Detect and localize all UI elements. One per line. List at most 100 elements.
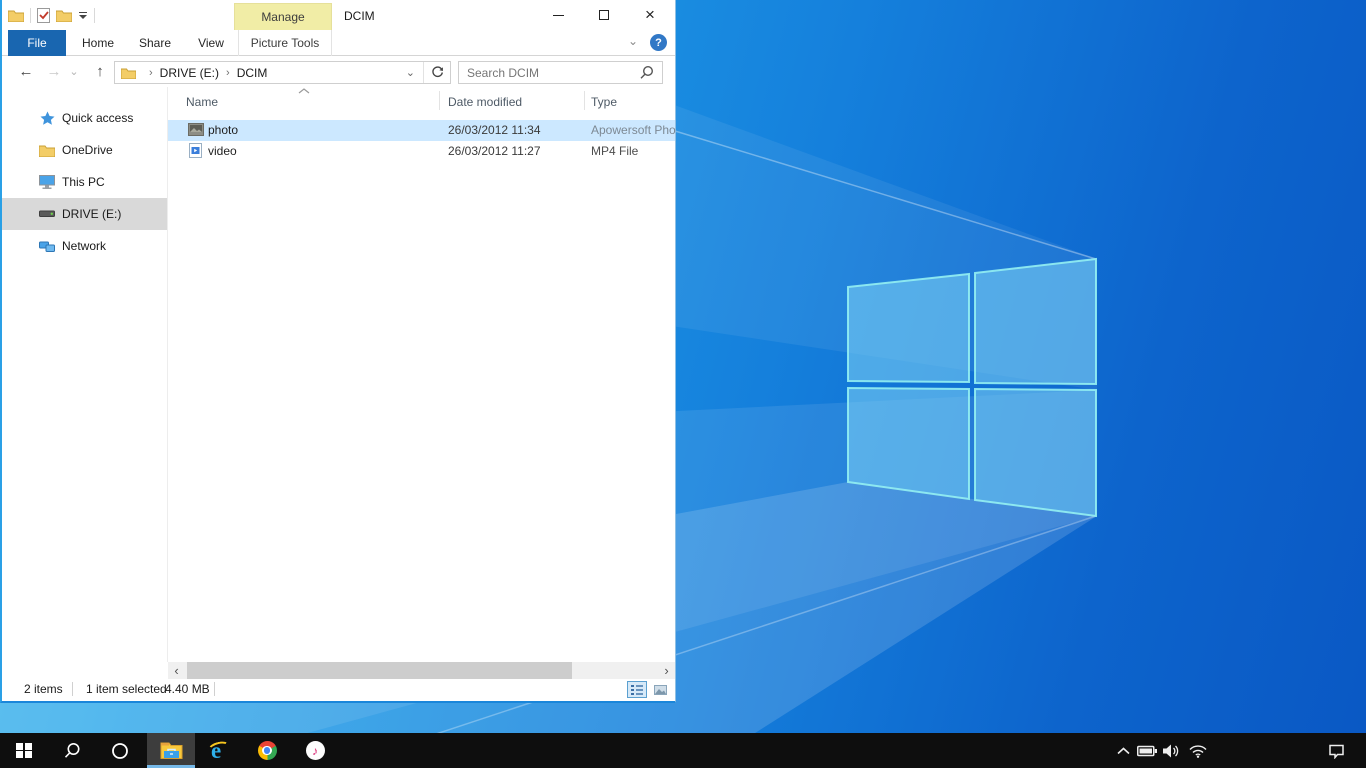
speaker-icon: [1163, 744, 1181, 758]
recent-locations-icon[interactable]: ⌄: [66, 56, 82, 87]
itunes-icon: ♪: [306, 741, 325, 760]
maximize-button[interactable]: [581, 0, 627, 30]
sidebar-item-onedrive[interactable]: OneDrive: [2, 134, 167, 166]
help-icon[interactable]: ?: [650, 34, 667, 51]
breadcrumb-separator: ›: [226, 67, 230, 79]
properties-icon[interactable]: [37, 8, 50, 23]
file-explorer-window: Manage DCIM × File Home Share View Pictu…: [0, 0, 676, 703]
item-count: 2 items: [24, 682, 63, 696]
forward-icon[interactable]: →: [42, 56, 66, 87]
photo-thumbnail-icon: [188, 123, 204, 136]
qat-separator: [94, 8, 95, 23]
status-divider: [214, 682, 215, 696]
file-row-video[interactable]: video 26/03/2012 11:27 MP4 File: [168, 141, 675, 162]
selection-size: 4.40 MB: [165, 682, 210, 696]
address-input[interactable]: › DRIVE (E:) › DCIM ⌄: [114, 61, 451, 84]
breadcrumb-drive[interactable]: DRIVE (E:): [160, 66, 219, 80]
status-bar: 2 items 1 item selected 4.40 MB: [2, 679, 675, 700]
quick-access-star-icon: [39, 110, 55, 126]
tab-home[interactable]: Home: [74, 30, 122, 56]
horizontal-scrollbar[interactable]: ‹ ›: [168, 662, 675, 679]
address-bar: ← → ⌄ ↑ › DRIVE (E:) › DCIM ⌄ Search D: [2, 56, 675, 87]
search-input[interactable]: Search DCIM: [458, 61, 663, 84]
sidebar-item-label: Network: [62, 239, 106, 253]
file-type: Apowersoft Pho: [591, 123, 676, 137]
file-type: MP4 File: [591, 144, 676, 158]
tab-manage[interactable]: Manage: [234, 3, 332, 30]
column-separator[interactable]: [584, 91, 585, 110]
column-header-name[interactable]: Name: [186, 95, 218, 109]
sidebar-item-this-pc[interactable]: This PC: [2, 166, 167, 198]
ribbon-tab-bar: File Home Share View Picture Tools ⌄ ?: [2, 30, 675, 56]
file-name: photo: [208, 123, 238, 137]
cortana-circle-icon: [111, 742, 129, 760]
close-button[interactable]: ×: [627, 0, 673, 30]
breadcrumb-dcim[interactable]: DCIM: [237, 66, 268, 80]
file-date: 26/03/2012 11:34: [448, 123, 541, 137]
tab-file[interactable]: File: [8, 30, 66, 56]
sidebar-item-drive-e[interactable]: DRIVE (E:): [2, 198, 167, 230]
column-header-date[interactable]: Date modified: [448, 95, 522, 109]
taskbar-file-explorer-button[interactable]: [147, 733, 195, 768]
taskbar-chrome-button[interactable]: [243, 733, 291, 768]
qat-separator: [30, 8, 31, 23]
window-title: DCIM: [344, 9, 375, 23]
battery-tray-icon[interactable]: [1135, 733, 1159, 768]
file-name: video: [208, 144, 237, 158]
chrome-icon: [258, 741, 277, 760]
internet-explorer-icon: e: [207, 739, 231, 763]
column-headers: Name Date modified Type: [168, 87, 675, 117]
this-pc-monitor-icon: [39, 174, 55, 190]
tab-view[interactable]: View: [188, 30, 234, 56]
taskbar: e ♪: [0, 733, 1366, 768]
search-icon[interactable]: [639, 65, 654, 80]
up-icon[interactable]: ↑: [88, 56, 112, 87]
column-header-type[interactable]: Type: [591, 95, 617, 109]
cortana-button[interactable]: [96, 733, 144, 768]
desktop: Manage DCIM × File Home Share View Pictu…: [0, 0, 1366, 768]
file-explorer-icon: [160, 741, 183, 760]
details-view-button[interactable]: [627, 681, 647, 698]
taskbar-search-button[interactable]: [48, 733, 96, 768]
volume-tray-icon[interactable]: [1160, 733, 1184, 768]
address-dropdown-icon[interactable]: ⌄: [398, 66, 423, 79]
network-icon: [39, 238, 55, 254]
taskbar-itunes-button[interactable]: ♪: [291, 733, 339, 768]
onedrive-folder-icon: [39, 142, 55, 158]
action-center-button[interactable]: [1318, 733, 1354, 768]
battery-icon: [1137, 744, 1158, 758]
breadcrumb-separator: ›: [149, 67, 153, 79]
scroll-left-icon[interactable]: ‹: [168, 662, 185, 679]
show-hidden-icons-button[interactable]: [1112, 733, 1134, 768]
search-placeholder: Search DCIM: [467, 66, 539, 80]
windows-logo-icon: [16, 743, 32, 759]
wifi-tray-icon[interactable]: [1186, 733, 1210, 768]
new-folder-icon[interactable]: [56, 9, 72, 22]
tab-share[interactable]: Share: [130, 30, 180, 56]
chevron-up-icon: [1117, 747, 1130, 755]
tab-picture-tools[interactable]: Picture Tools: [238, 30, 332, 56]
minimize-button[interactable]: [535, 0, 581, 30]
sidebar-item-network[interactable]: Network: [2, 230, 167, 262]
back-icon[interactable]: ←: [14, 56, 38, 87]
scroll-right-icon[interactable]: ›: [658, 662, 675, 679]
start-button[interactable]: [0, 733, 48, 768]
sidebar-item-label: This PC: [62, 175, 105, 189]
title-bar: Manage DCIM ×: [2, 0, 675, 30]
refresh-icon[interactable]: [424, 62, 450, 83]
expand-ribbon-icon[interactable]: ⌄: [628, 34, 638, 48]
quick-access-toolbar: [8, 0, 95, 30]
file-row-photo[interactable]: photo 26/03/2012 11:34 Apowersoft Pho: [168, 120, 675, 141]
sidebar-item-label: Quick access: [62, 111, 133, 125]
video-file-icon: [189, 143, 202, 158]
column-separator[interactable]: [439, 91, 440, 110]
taskbar-internet-explorer-button[interactable]: e: [195, 733, 243, 768]
thumbnail-view-button[interactable]: [650, 681, 670, 698]
scrollbar-thumb[interactable]: [187, 662, 572, 679]
window-folder-icon: [8, 9, 24, 22]
search-icon: [63, 742, 81, 760]
sidebar-item-quick-access[interactable]: Quick access: [2, 102, 167, 134]
file-list: Name Date modified Type photo 26/03/2012…: [168, 87, 675, 662]
customize-qat-icon[interactable]: [78, 12, 88, 19]
removable-drive-icon: [39, 206, 55, 222]
